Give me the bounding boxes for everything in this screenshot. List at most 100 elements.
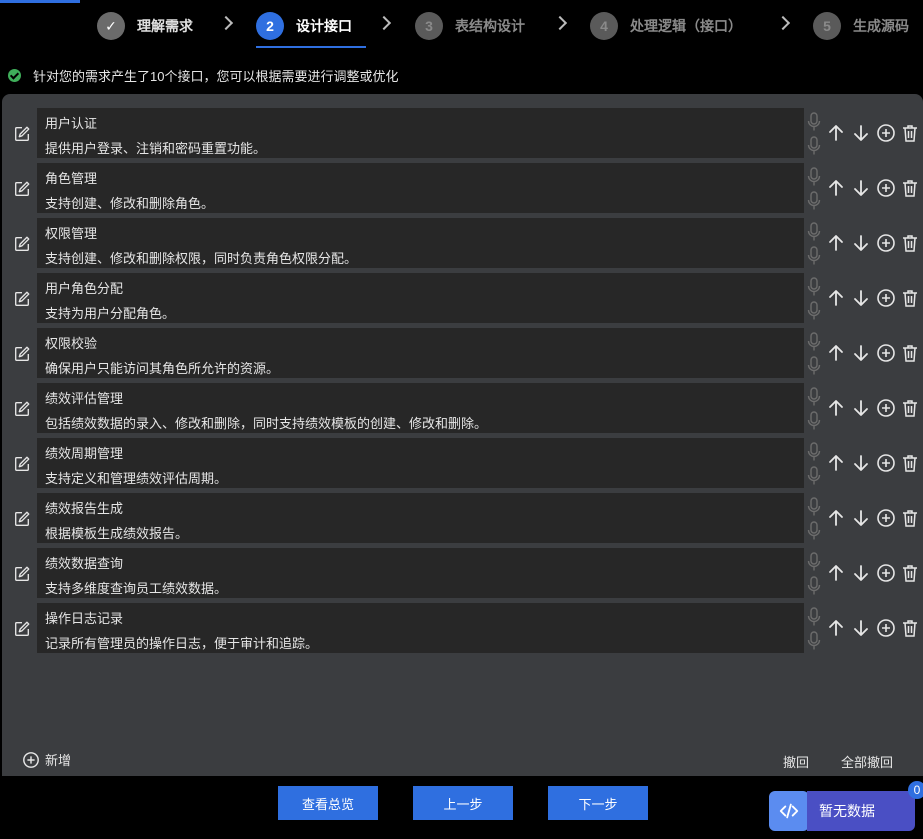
microphone-icon[interactable] bbox=[807, 167, 821, 187]
interface-title[interactable]: 权限校验 bbox=[45, 333, 97, 352]
interface-description[interactable]: 支持定义和管理绩效评估周期。 bbox=[45, 468, 227, 487]
interface-title[interactable]: 绩效数据查询 bbox=[45, 553, 123, 572]
interface-editor[interactable]: 绩效周期管理 支持定义和管理绩效评估周期。 bbox=[37, 438, 804, 488]
microphone-icon[interactable] bbox=[807, 521, 821, 541]
move-down-icon[interactable] bbox=[851, 618, 871, 638]
microphone-icon[interactable] bbox=[807, 246, 821, 266]
step-understand-requirements[interactable]: ✓ 理解需求 bbox=[97, 11, 193, 41]
trash-icon[interactable] bbox=[900, 288, 920, 308]
interface-description[interactable]: 提供用户登录、注销和密码重置功能。 bbox=[45, 138, 266, 157]
edit-icon[interactable] bbox=[13, 125, 31, 143]
trash-icon[interactable] bbox=[900, 343, 920, 363]
microphone-icon[interactable] bbox=[807, 222, 821, 242]
microphone-icon[interactable] bbox=[807, 136, 821, 156]
microphone-icon[interactable] bbox=[807, 607, 821, 627]
interface-editor[interactable]: 绩效评估管理 包括绩效数据的录入、修改和删除，同时支持绩效模板的创建、修改和删除。 bbox=[37, 383, 804, 433]
add-circle-icon[interactable] bbox=[876, 508, 896, 528]
add-circle-icon[interactable] bbox=[876, 453, 896, 473]
interface-description[interactable]: 支持创建、修改和删除权限，同时负责角色权限分配。 bbox=[45, 248, 357, 267]
microphone-icon[interactable] bbox=[807, 442, 821, 462]
interface-title[interactable]: 操作日志记录 bbox=[45, 608, 123, 627]
microphone-icon[interactable] bbox=[807, 356, 821, 376]
trash-icon[interactable] bbox=[900, 563, 920, 583]
move-down-icon[interactable] bbox=[851, 563, 871, 583]
move-up-icon[interactable] bbox=[826, 398, 846, 418]
interface-editor[interactable]: 角色管理支持创建、修改和删除角色。 bbox=[37, 163, 804, 213]
trash-icon[interactable] bbox=[900, 618, 920, 638]
move-down-icon[interactable] bbox=[851, 398, 871, 418]
microphone-icon[interactable] bbox=[807, 277, 821, 297]
edit-icon[interactable] bbox=[13, 290, 31, 308]
add-circle-icon[interactable] bbox=[876, 178, 896, 198]
interface-editor[interactable]: 操作日志记录记录所有管理员的操作日志，便于审计和追踪。 bbox=[37, 603, 804, 653]
floating-code-widget[interactable]: 暂无数据 0 bbox=[769, 781, 923, 831]
edit-icon[interactable] bbox=[13, 235, 31, 253]
next-step-button[interactable]: 下一步 bbox=[548, 786, 648, 820]
move-up-icon[interactable] bbox=[826, 343, 846, 363]
edit-icon[interactable] bbox=[13, 455, 31, 473]
interface-description[interactable]: 支持为用户分配角色。 bbox=[45, 303, 175, 322]
no-data-label[interactable]: 暂无数据 bbox=[807, 791, 915, 831]
interface-editor[interactable]: 权限校验确保用户只能访问其角色所允许的资源。 bbox=[37, 328, 804, 378]
microphone-icon[interactable] bbox=[807, 387, 821, 407]
interface-title[interactable]: 权限管理 bbox=[45, 223, 97, 242]
previous-step-button[interactable]: 上一步 bbox=[413, 786, 513, 820]
interface-title[interactable]: 绩效报告生成 bbox=[45, 498, 123, 517]
edit-icon[interactable] bbox=[13, 400, 31, 418]
trash-icon[interactable] bbox=[900, 123, 920, 143]
undo-button[interactable]: 撤回 bbox=[783, 752, 809, 771]
step-design-interfaces[interactable]: 2 设计接口 bbox=[256, 11, 352, 41]
trash-icon[interactable] bbox=[900, 233, 920, 253]
add-circle-icon[interactable] bbox=[876, 398, 896, 418]
microphone-icon[interactable] bbox=[807, 332, 821, 352]
move-up-icon[interactable] bbox=[826, 233, 846, 253]
trash-icon[interactable] bbox=[900, 178, 920, 198]
step-processing-logic[interactable]: 4 处理逻辑（接口） bbox=[590, 11, 742, 41]
edit-icon[interactable] bbox=[13, 565, 31, 583]
interface-title[interactable]: 角色管理 bbox=[45, 168, 97, 187]
interface-editor[interactable]: 用户角色分配 支持为用户分配角色。 bbox=[37, 273, 804, 323]
move-down-icon[interactable] bbox=[851, 343, 871, 363]
undo-all-button[interactable]: 全部撤回 bbox=[841, 752, 893, 771]
interface-description[interactable]: 支持创建、修改和删除角色。 bbox=[45, 193, 214, 212]
code-icon[interactable] bbox=[769, 791, 809, 831]
trash-icon[interactable] bbox=[900, 453, 920, 473]
move-up-icon[interactable] bbox=[826, 563, 846, 583]
add-circle-icon[interactable] bbox=[876, 123, 896, 143]
edit-icon[interactable] bbox=[13, 620, 31, 638]
add-new-button[interactable]: 新增 bbox=[22, 750, 71, 769]
interface-editor[interactable]: 绩效报告生成 根据模板生成绩效报告。 bbox=[37, 493, 804, 543]
microphone-icon[interactable] bbox=[807, 576, 821, 596]
move-up-icon[interactable] bbox=[826, 288, 846, 308]
add-circle-icon[interactable] bbox=[876, 618, 896, 638]
microphone-icon[interactable] bbox=[807, 112, 821, 132]
move-up-icon[interactable] bbox=[826, 508, 846, 528]
move-up-icon[interactable] bbox=[826, 178, 846, 198]
microphone-icon[interactable] bbox=[807, 301, 821, 321]
interface-editor[interactable]: 绩效数据查询 支持多维度查询员工绩效数据。 bbox=[37, 548, 804, 598]
microphone-icon[interactable] bbox=[807, 191, 821, 211]
move-down-icon[interactable] bbox=[851, 178, 871, 198]
edit-icon[interactable] bbox=[13, 345, 31, 363]
microphone-icon[interactable] bbox=[807, 497, 821, 517]
microphone-icon[interactable] bbox=[807, 466, 821, 486]
interface-description[interactable]: 记录所有管理员的操作日志，便于审计和追踪。 bbox=[45, 633, 318, 652]
microphone-icon[interactable] bbox=[807, 552, 821, 572]
microphone-icon[interactable] bbox=[807, 631, 821, 651]
add-circle-icon[interactable] bbox=[876, 288, 896, 308]
view-overview-button[interactable]: 查看总览 bbox=[278, 786, 378, 820]
interface-title[interactable]: 绩效评估管理 bbox=[45, 388, 123, 407]
move-down-icon[interactable] bbox=[851, 453, 871, 473]
interface-description[interactable]: 确保用户只能访问其角色所允许的资源。 bbox=[45, 358, 279, 377]
add-circle-icon[interactable] bbox=[876, 233, 896, 253]
edit-icon[interactable] bbox=[13, 510, 31, 528]
edit-icon[interactable] bbox=[13, 180, 31, 198]
interface-title[interactable]: 用户认证 bbox=[45, 113, 97, 132]
interface-editor[interactable]: 用户认证提供用户登录、注销和密码重置功能。 bbox=[37, 108, 804, 158]
interface-editor[interactable]: 权限管理支持创建、修改和删除权限，同时负责角色权限分配。 bbox=[37, 218, 804, 268]
move-down-icon[interactable] bbox=[851, 123, 871, 143]
move-down-icon[interactable] bbox=[851, 508, 871, 528]
microphone-icon[interactable] bbox=[807, 411, 821, 431]
move-up-icon[interactable] bbox=[826, 453, 846, 473]
step-table-design[interactable]: 3 表结构设计 bbox=[415, 11, 525, 41]
